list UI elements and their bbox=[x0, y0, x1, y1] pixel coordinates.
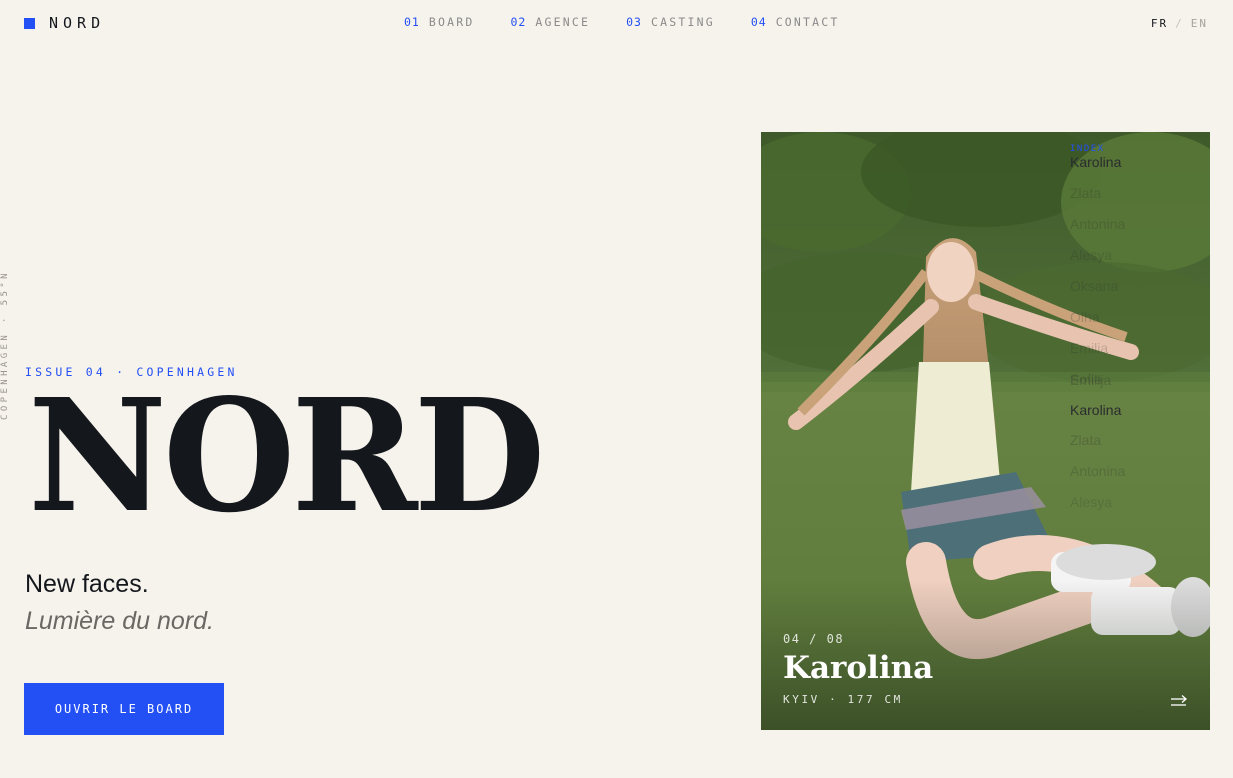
index-item[interactable]: Antonina bbox=[1070, 463, 1125, 479]
nav-item-board[interactable]: 01 BOARD bbox=[404, 15, 474, 29]
lang-en[interactable]: EN bbox=[1191, 17, 1208, 30]
nav-label: CASTING bbox=[650, 15, 715, 29]
nav-number: 04 bbox=[750, 15, 767, 29]
index-item[interactable]: Emilia bbox=[1070, 340, 1108, 356]
model-name: Karolina bbox=[783, 650, 934, 686]
tagline-primary: New faces. bbox=[25, 570, 149, 598]
brand-name: NORD bbox=[49, 14, 106, 32]
index-item[interactable]: Alesya bbox=[1070, 247, 1112, 263]
arrow-right-icon[interactable] bbox=[1170, 694, 1188, 708]
nav-number: 03 bbox=[626, 15, 642, 29]
nav-number: 01 bbox=[404, 15, 420, 29]
open-board-button[interactable]: OUVRIR LE BOARD bbox=[24, 683, 224, 735]
language-switcher: FR / EN bbox=[1151, 17, 1208, 30]
nav-label: CONTACT bbox=[775, 15, 840, 29]
brand-square-icon bbox=[24, 17, 35, 29]
nav-label: AGENCE bbox=[535, 15, 591, 29]
brand-logo[interactable]: NORD bbox=[24, 14, 105, 32]
index-item[interactable]: Olha bbox=[1070, 309, 1100, 325]
index-item[interactable]: Zlata bbox=[1070, 185, 1101, 201]
index-item[interactable]: Karolina bbox=[1070, 154, 1121, 170]
index-item[interactable]: Oksana bbox=[1070, 278, 1118, 294]
nav-item-casting[interactable]: 03 CASTING bbox=[626, 15, 715, 29]
nav-number: 02 bbox=[510, 15, 527, 29]
index-item[interactable]: Alesya bbox=[1070, 494, 1112, 510]
index-label: INDEX bbox=[1070, 144, 1105, 154]
nav-item-agence[interactable]: 02 AGENCE bbox=[510, 15, 590, 29]
index-item[interactable]: Zlata bbox=[1070, 432, 1101, 448]
nav-item-contact[interactable]: 04 CONTACT bbox=[751, 15, 840, 29]
index-item-active[interactable]: Karolina bbox=[1070, 402, 1121, 418]
model-card[interactable]: INDEX Karolina Zlata Antonina Alesya Oks… bbox=[761, 132, 1210, 730]
nav-label: BOARD bbox=[428, 15, 475, 29]
index-item[interactable]: Antonina bbox=[1070, 216, 1125, 232]
card-counter: 04 / 08 bbox=[783, 632, 845, 646]
model-meta: KYIV · 177 CM bbox=[783, 693, 903, 706]
tagline-secondary: Lumière du nord. bbox=[25, 607, 215, 635]
side-location-text: COPENHAGEN · 55°N bbox=[0, 270, 10, 420]
main-nav: 01 BOARD 02 AGENCE 03 CASTING 04 CONTACT bbox=[404, 15, 840, 29]
hero-title: NORD bbox=[28, 364, 545, 547]
lang-fr[interactable]: FR bbox=[1151, 17, 1168, 30]
index-item[interactable]: Emilija bbox=[1070, 372, 1111, 388]
lang-separator: / bbox=[1175, 17, 1184, 30]
